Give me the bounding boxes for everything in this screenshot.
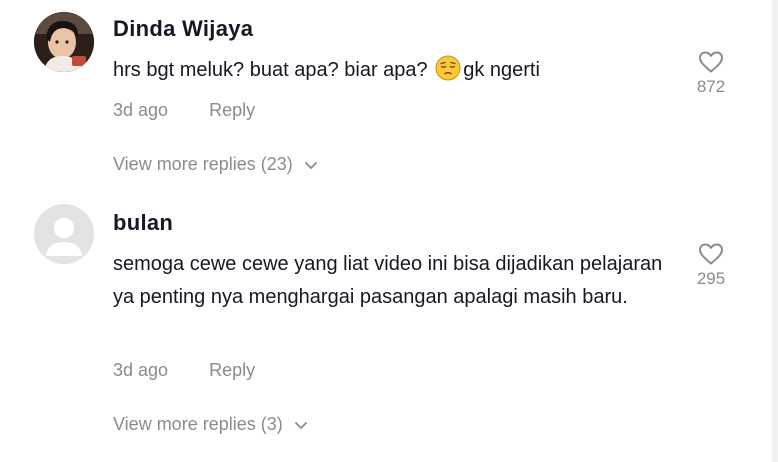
comment-text: hrs bgt meluk? buat apa? biar apa? gk ng… (113, 54, 683, 87)
chevron-down-icon (294, 421, 307, 429)
comment-time: 3d ago (113, 360, 169, 380)
comment-time: 3d ago (113, 100, 169, 120)
comment-item: Dinda Wijaya hrs bgt meluk? buat apa? bi… (0, 0, 760, 196)
comments-panel: Dinda Wijaya hrs bgt meluk? buat apa? bi… (0, 0, 778, 462)
view-more-replies-label: View more replies (3) (113, 414, 283, 434)
reply-button[interactable]: Reply (209, 100, 255, 120)
default-avatar-icon (34, 204, 94, 264)
view-more-replies-label: View more replies (23) (113, 154, 293, 174)
like-button[interactable]: 295 (688, 240, 734, 289)
comment-text-part: gk ngerti (463, 59, 540, 81)
pensive-face-icon (435, 55, 461, 81)
comment-item: bulan semoga cewe cewe yang liat video i… (0, 196, 760, 462)
chevron-down-icon (304, 161, 317, 169)
comment-username[interactable]: Dinda Wijaya (113, 16, 253, 42)
comment-text-part: hrs bgt meluk? buat apa? biar apa? (113, 59, 434, 81)
scrollbar[interactable] (772, 0, 778, 462)
view-more-replies-button[interactable]: View more replies (23) (113, 154, 319, 175)
like-button[interactable]: 872 (688, 48, 734, 97)
avatar-photo-icon (34, 12, 94, 72)
comment-username[interactable]: bulan (113, 210, 173, 236)
heart-icon (699, 243, 723, 265)
reply-button[interactable]: Reply (209, 360, 255, 380)
view-more-replies-button[interactable]: View more replies (3) (113, 414, 309, 435)
avatar[interactable] (34, 12, 94, 72)
like-count: 295 (696, 269, 726, 288)
heart-icon (699, 51, 723, 73)
avatar[interactable] (34, 204, 94, 264)
comment-meta: 3d ago Reply (113, 360, 255, 381)
comment-text: semoga cewe cewe yang liat video ini bis… (113, 253, 663, 308)
like-count: 872 (696, 77, 726, 96)
comment-meta: 3d ago Reply (113, 100, 255, 121)
